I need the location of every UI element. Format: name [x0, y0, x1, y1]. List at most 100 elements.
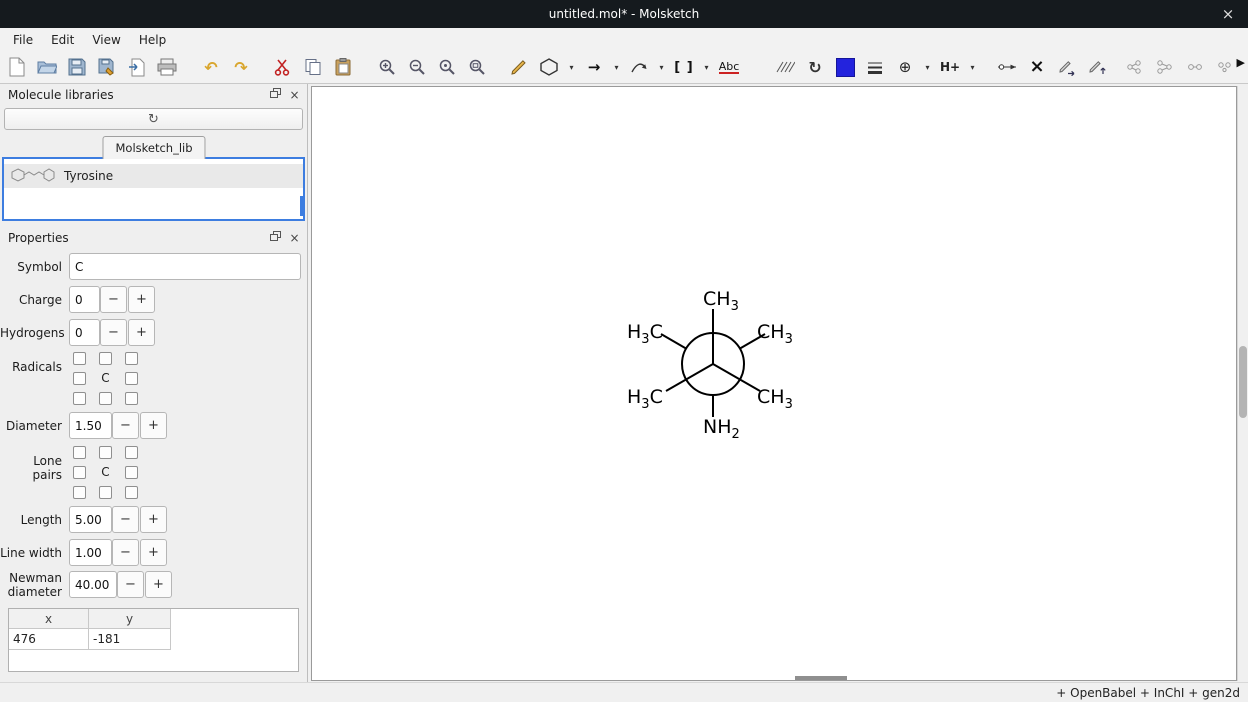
- tab-molsketch-lib[interactable]: Molsketch_lib: [102, 136, 205, 159]
- transform-tool-button-2[interactable]: [1084, 54, 1110, 80]
- delete-tool-button[interactable]: ×: [1024, 54, 1050, 80]
- lone-pair-checkbox[interactable]: [73, 486, 86, 499]
- newman-decrement-button[interactable]: −: [117, 571, 144, 598]
- menu-edit[interactable]: Edit: [42, 30, 83, 50]
- radical-checkbox[interactable]: [125, 372, 138, 385]
- lone-pair-checkbox[interactable]: [73, 466, 86, 479]
- libraries-close-button[interactable]: ×: [287, 88, 302, 102]
- horizontal-scrollbar-thumb[interactable]: [795, 676, 847, 680]
- hatch-tool-button[interactable]: [772, 54, 798, 80]
- bracket-tool-button[interactable]: [ ]: [671, 54, 697, 80]
- substituent-label-top[interactable]: CH3: [703, 288, 739, 314]
- zoom-in-button[interactable]: [374, 54, 400, 80]
- lone-pair-checkbox[interactable]: [125, 466, 138, 479]
- charge-increment-button[interactable]: +: [128, 286, 155, 313]
- vertical-scrollbar[interactable]: [1237, 86, 1248, 681]
- libraries-float-button[interactable]: [268, 88, 283, 102]
- hydrogen-tool-button[interactable]: H+: [937, 54, 963, 80]
- copy-button[interactable]: [300, 54, 326, 80]
- length-decrement-button[interactable]: −: [112, 506, 139, 533]
- radical-checkbox[interactable]: [99, 392, 112, 405]
- arrow-tool-button[interactable]: →: [581, 54, 607, 80]
- radical-checkbox[interactable]: [73, 392, 86, 405]
- menu-view[interactable]: View: [83, 30, 129, 50]
- rotate-tool-button[interactable]: ↻: [802, 54, 828, 80]
- charge-decrement-button[interactable]: −: [100, 286, 127, 313]
- radical-checkbox[interactable]: [125, 392, 138, 405]
- hydrogens-input[interactable]: [69, 319, 100, 346]
- transform-tool-button-1[interactable]: [1054, 54, 1080, 80]
- connect-atoms-button[interactable]: [994, 54, 1020, 80]
- lone-pair-checkbox[interactable]: [99, 446, 112, 459]
- substituent-label-upper-left[interactable]: H3C: [627, 321, 663, 347]
- substituent-label-upper-right[interactable]: CH3: [757, 321, 793, 347]
- molecule-template-button-4[interactable]: [1212, 54, 1238, 80]
- charge-tool-dropdown[interactable]: ▾: [922, 54, 933, 80]
- symbol-input[interactable]: [69, 253, 301, 280]
- save-button[interactable]: [64, 54, 90, 80]
- length-input[interactable]: [69, 506, 112, 533]
- radical-checkbox[interactable]: [73, 352, 86, 365]
- refresh-libraries-button[interactable]: ↻: [4, 108, 303, 130]
- toolbar-extension-button[interactable]: ▶: [1237, 56, 1245, 69]
- zoom-original-button[interactable]: [434, 54, 460, 80]
- hydrogens-increment-button[interactable]: +: [128, 319, 155, 346]
- menu-file[interactable]: File: [4, 30, 42, 50]
- new-file-button[interactable]: [4, 54, 30, 80]
- bracket-tool-dropdown[interactable]: ▾: [701, 54, 712, 80]
- hydrogens-decrement-button[interactable]: −: [100, 319, 127, 346]
- properties-close-button[interactable]: ×: [287, 231, 302, 245]
- library-scrollbar[interactable]: [300, 196, 303, 216]
- ring-tool-button[interactable]: [536, 54, 562, 80]
- ring-tool-dropdown[interactable]: ▾: [566, 54, 577, 80]
- diameter-increment-button[interactable]: +: [140, 412, 167, 439]
- redo-button[interactable]: ↷: [228, 54, 254, 80]
- diameter-input[interactable]: [69, 412, 112, 439]
- arrow-tool-dropdown[interactable]: ▾: [611, 54, 622, 80]
- zoom-out-button[interactable]: [404, 54, 430, 80]
- substituent-label-bottom[interactable]: NH2: [703, 416, 740, 442]
- cut-button[interactable]: [270, 54, 296, 80]
- export-button[interactable]: [154, 54, 180, 80]
- library-item-tyrosine[interactable]: Tyrosine: [4, 164, 303, 188]
- mechanism-arrow-button[interactable]: [626, 54, 652, 80]
- save-as-button[interactable]: [94, 54, 120, 80]
- charge-tool-button[interactable]: ⊕: [892, 54, 918, 80]
- lone-pair-checkbox[interactable]: [125, 446, 138, 459]
- molecule-template-button-3[interactable]: [1182, 54, 1208, 80]
- import-button[interactable]: [124, 54, 150, 80]
- paste-button[interactable]: [330, 54, 356, 80]
- newman-increment-button[interactable]: +: [145, 571, 172, 598]
- vertical-scrollbar-thumb[interactable]: [1239, 346, 1247, 418]
- molecule-template-button-1[interactable]: [1122, 54, 1148, 80]
- radical-checkbox[interactable]: [73, 372, 86, 385]
- window-close-button[interactable]: ×: [1218, 4, 1238, 24]
- undo-button[interactable]: ↶: [198, 54, 224, 80]
- line-width-input[interactable]: [69, 539, 112, 566]
- draw-tool-button[interactable]: [506, 54, 532, 80]
- diameter-decrement-button[interactable]: −: [112, 412, 139, 439]
- line-width-button[interactable]: [862, 54, 888, 80]
- molecule-template-button-2[interactable]: [1152, 54, 1178, 80]
- open-file-button[interactable]: [34, 54, 60, 80]
- hydrogen-tool-dropdown[interactable]: ▾: [967, 54, 978, 80]
- newman-diameter-input[interactable]: [69, 571, 117, 598]
- length-increment-button[interactable]: +: [140, 506, 167, 533]
- line-width-decrement-button[interactable]: −: [112, 539, 139, 566]
- substituent-label-lower-right[interactable]: CH3: [757, 386, 793, 412]
- substituent-label-lower-left[interactable]: H3C: [627, 386, 663, 412]
- coordinate-cell-x[interactable]: 476: [9, 629, 89, 650]
- lone-pair-checkbox[interactable]: [99, 486, 112, 499]
- radical-checkbox[interactable]: [99, 352, 112, 365]
- color-picker-button[interactable]: [832, 54, 858, 80]
- text-tool-button[interactable]: Abc: [716, 54, 742, 80]
- lone-pair-checkbox[interactable]: [73, 446, 86, 459]
- charge-input[interactable]: [69, 286, 100, 313]
- mechanism-arrow-dropdown[interactable]: ▾: [656, 54, 667, 80]
- menu-help[interactable]: Help: [130, 30, 175, 50]
- properties-float-button[interactable]: [268, 231, 283, 245]
- line-width-increment-button[interactable]: +: [140, 539, 167, 566]
- zoom-fit-button[interactable]: [464, 54, 490, 80]
- radical-checkbox[interactable]: [125, 352, 138, 365]
- coordinate-cell-y[interactable]: -181: [89, 629, 171, 650]
